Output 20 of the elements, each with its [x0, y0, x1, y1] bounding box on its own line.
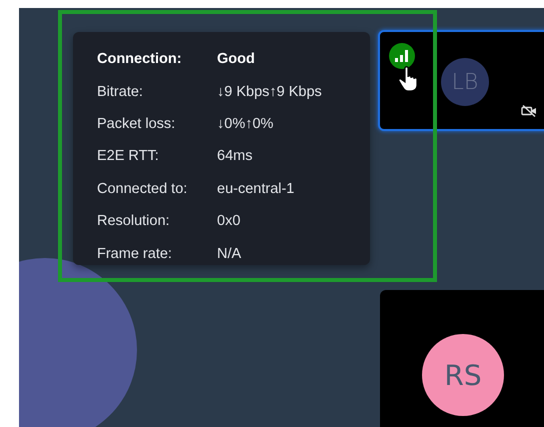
stat-value: Good	[217, 51, 256, 68]
video-tile[interactable]: RS	[380, 290, 544, 427]
stat-label: Connection:	[97, 51, 183, 68]
stat-label: Connected to:	[97, 180, 188, 197]
signal-indicator[interactable]	[389, 43, 415, 69]
stat-label: Packet loss:	[97, 116, 176, 132]
stat-label: Bitrate:	[97, 84, 144, 100]
stat-label: Frame rate:	[97, 246, 173, 262]
stat-value: eu-central-1	[217, 180, 296, 197]
avatar-initials: LB	[441, 58, 489, 106]
stat-value: ↓0%↑0%	[217, 116, 274, 132]
signal-bars-icon	[395, 50, 409, 62]
video-tile[interactable]: LB	[378, 30, 544, 131]
stat-value: 0x0	[217, 213, 242, 230]
stat-label: E2E RTT:	[97, 148, 160, 164]
stat-value: N/A	[217, 246, 242, 262]
stat-label: Resolution:	[97, 213, 171, 230]
avatar-initials: RS	[422, 334, 504, 416]
stat-value: 64ms	[217, 148, 254, 164]
stat-value: ↓9 Kbps↑9 Kbps	[217, 84, 323, 100]
